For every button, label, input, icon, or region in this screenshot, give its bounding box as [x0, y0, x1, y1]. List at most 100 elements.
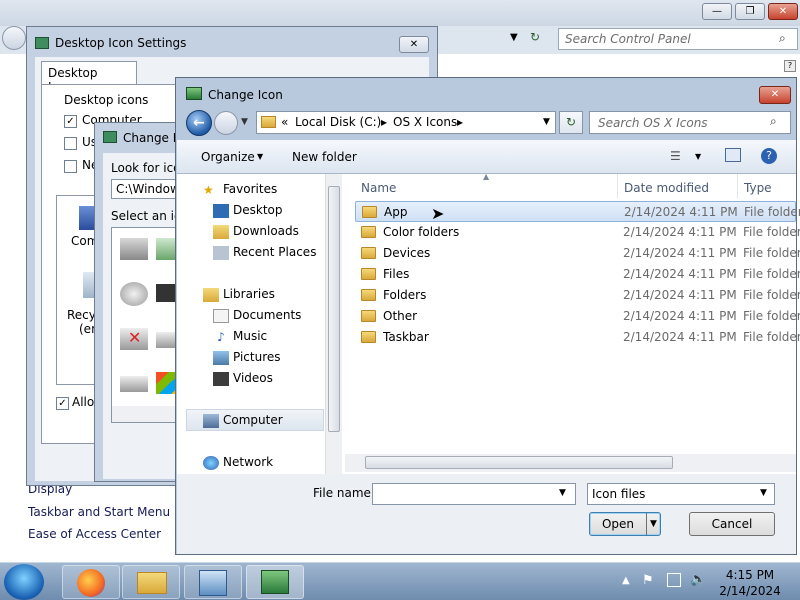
close-button[interactable]: ✕: [768, 3, 798, 20]
nav-music[interactable]: ♪ Music: [213, 329, 267, 344]
nav-documents[interactable]: Documents: [213, 308, 301, 323]
window-title: Change Ic: [123, 131, 183, 145]
address-bar[interactable]: « Local Disk (C:) ▸ OS X Icons ▸ ▼: [256, 111, 556, 134]
computer-icon: [203, 413, 219, 428]
column-type[interactable]: Type: [737, 174, 797, 198]
view-options-icon[interactable]: ☰: [670, 149, 681, 163]
refresh-icon[interactable]: ↻: [530, 30, 540, 44]
maximize-button[interactable]: ❐: [735, 3, 765, 20]
minimize-button[interactable]: —: [702, 3, 732, 20]
chevron-down-icon[interactable]: ▼: [510, 32, 518, 43]
file-row-files[interactable]: Files 2/14/2024 4:11 PM File folder: [355, 264, 800, 285]
folder-icon: [361, 226, 376, 238]
taskbar-start-menu-link[interactable]: Taskbar and Start Menu: [28, 501, 176, 524]
clock-time: 4:15 PM: [725, 568, 775, 582]
nav-pictures[interactable]: Pictures: [213, 350, 281, 365]
firefox-icon: [77, 569, 105, 597]
nav-downloads[interactable]: Downloads: [213, 224, 299, 239]
nav-videos[interactable]: Videos: [213, 371, 273, 386]
network-status-icon[interactable]: [667, 573, 681, 587]
cd-drive-icon[interactable]: [120, 282, 148, 306]
network-icon: [203, 455, 219, 470]
taskbar-explorer[interactable]: [122, 565, 180, 599]
nav-network[interactable]: Network: [203, 455, 273, 470]
browser-content: ★ Favorites Desktop Downloads Recent Plac…: [177, 172, 800, 474]
scrollbar-thumb[interactable]: [328, 186, 340, 432]
chevron-right-icon[interactable]: ▸: [457, 115, 463, 129]
tab-desktop-icons[interactable]: Desktop Icons: [41, 61, 137, 94]
nav-favorites[interactable]: ★ Favorites: [203, 182, 277, 197]
chevron-right-icon[interactable]: ▸: [381, 115, 387, 129]
search-input[interactable]: Search Control Panel ⌕: [558, 28, 798, 50]
nav-computer[interactable]: Computer: [203, 413, 283, 428]
disconnected-drive-icon[interactable]: ✕: [120, 328, 148, 350]
scrollbar-thumb[interactable]: [365, 456, 673, 469]
back-button[interactable]: [2, 26, 26, 50]
chevron-down-icon[interactable]: ▼: [559, 488, 566, 498]
desktop-icon: [35, 37, 49, 49]
organize-button[interactable]: Organize: [201, 150, 255, 164]
monitor-icon: [186, 87, 202, 100]
breadcrumb-prefix[interactable]: «: [281, 115, 288, 129]
drive-icon[interactable]: [120, 376, 148, 392]
help-icon[interactable]: ?: [761, 148, 777, 164]
taskbar-control-panel[interactable]: [184, 565, 242, 599]
search-input[interactable]: Search OS X Icons ⌕: [589, 111, 791, 134]
control-panel-icon: [199, 570, 227, 596]
close-button[interactable]: ✕: [759, 86, 791, 104]
file-row-app[interactable]: App 2/14/2024 4:11 PM File folder: [355, 201, 800, 222]
file-row-devices[interactable]: Devices 2/14/2024 4:11 PM File folder: [355, 243, 800, 264]
file-row-folders[interactable]: Folders 2/14/2024 4:11 PM File folder: [355, 285, 800, 306]
new-folder-button[interactable]: New folder: [292, 150, 357, 164]
recent-pages-icon[interactable]: ▼: [241, 117, 248, 127]
file-row-other[interactable]: Other 2/14/2024 4:11 PM File folder: [355, 306, 800, 327]
open-button[interactable]: Open ▼: [589, 512, 661, 536]
navigation-pane[interactable]: ★ Favorites Desktop Downloads Recent Plac…: [177, 174, 343, 474]
allow-themes-checkbox[interactable]: ✓: [56, 397, 69, 410]
system-clock[interactable]: 4:15 PM 2/14/2024: [712, 567, 788, 599]
file-type-select[interactable]: Icon files ▼: [587, 483, 775, 505]
computer-checkbox[interactable]: ✓: [64, 115, 77, 128]
nav-libraries[interactable]: Libraries: [203, 287, 275, 302]
chevron-down-icon[interactable]: ▼: [695, 152, 701, 161]
file-row-color-folders[interactable]: Color folders 2/14/2024 4:11 PM File folde…: [355, 222, 800, 243]
user-files-checkbox[interactable]: [64, 137, 77, 150]
action-center-flag-icon[interactable]: ⚑: [642, 573, 654, 588]
control-panel-links: Display Taskbar and Start Menu Ease of A…: [28, 478, 176, 546]
breadcrumb-os-x-icons[interactable]: OS X Icons: [393, 115, 457, 129]
mouse-cursor-icon: ➤: [431, 204, 445, 223]
nav-recent-places[interactable]: Recent Places: [213, 245, 316, 260]
close-button[interactable]: ✕: [399, 36, 429, 53]
file-name-input[interactable]: ▼: [372, 483, 576, 505]
chevron-down-icon[interactable]: ▼: [760, 488, 767, 498]
horizontal-scrollbar[interactable]: [345, 454, 796, 472]
cancel-button[interactable]: Cancel: [689, 512, 775, 536]
start-button[interactable]: [4, 564, 44, 600]
back-button[interactable]: ←: [186, 110, 212, 136]
command-toolbar: Organize ▼ New folder ☰ ▼ ?: [177, 140, 796, 174]
taskbar-firefox[interactable]: [62, 565, 120, 599]
forward-button[interactable]: [214, 111, 238, 135]
file-name-label: File name:: [313, 486, 375, 500]
music-icon: ♪: [217, 329, 225, 344]
folder-icon: [361, 310, 376, 322]
nav-desktop[interactable]: Desktop: [213, 203, 283, 218]
breadcrumb-local-disk[interactable]: Local Disk (C:): [295, 115, 381, 129]
navigation-scrollbar[interactable]: [325, 174, 342, 474]
show-hidden-icons-icon[interactable]: ▲: [622, 575, 630, 586]
help-icon[interactable]: ?: [784, 60, 796, 72]
file-row-taskbar[interactable]: Taskbar 2/14/2024 4:11 PM File folder: [355, 327, 800, 348]
refresh-button[interactable]: ↻: [559, 111, 583, 134]
taskbar: ▲ ⚑ 🔈 4:15 PM 2/14/2024: [0, 562, 800, 600]
file-list[interactable]: Name ▲ Date modified Type App 2/14/2024 4…: [345, 172, 800, 474]
chevron-down-icon[interactable]: ▼: [543, 117, 550, 127]
network-checkbox[interactable]: [64, 160, 77, 173]
downloads-icon: [213, 224, 229, 239]
preview-pane-icon[interactable]: [725, 148, 741, 162]
volume-muted-icon[interactable]: 🔈: [690, 572, 706, 587]
chevron-down-icon[interactable]: ▼: [257, 152, 263, 161]
taskbar-change-icon[interactable]: [246, 565, 304, 599]
ease-of-access-link[interactable]: Ease of Access Center: [28, 523, 176, 546]
drive-icon[interactable]: [120, 238, 148, 260]
column-date-modified[interactable]: Date modified: [617, 174, 737, 198]
